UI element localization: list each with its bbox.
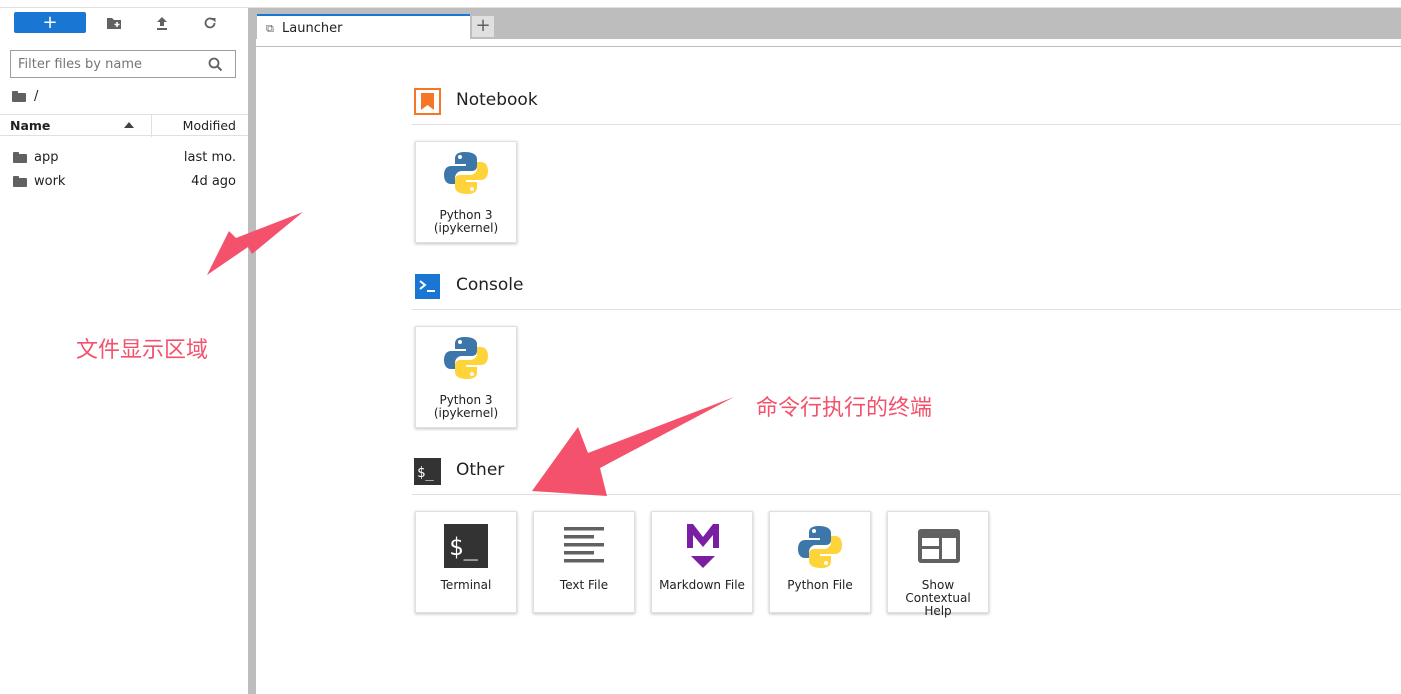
- section-title: Console: [456, 275, 524, 295]
- new-folder-icon[interactable]: [105, 14, 123, 32]
- search-icon: [208, 57, 223, 72]
- section-divider: [412, 494, 1401, 495]
- launcher-card-notebook-python3[interactable]: Python 3 (ipykernel): [415, 141, 517, 243]
- card-label: (ipykernel): [433, 406, 499, 420]
- python-icon: [444, 337, 488, 379]
- svg-text:$_: $_: [417, 465, 434, 481]
- launcher-card-python-file[interactable]: Python File: [769, 511, 871, 613]
- file-name: app: [34, 150, 59, 165]
- card-label: Help: [924, 604, 952, 618]
- python-icon: [798, 526, 842, 568]
- section-divider: [412, 124, 1401, 125]
- tab-label: Launcher: [282, 21, 343, 36]
- card-label: (ipykernel): [433, 221, 499, 235]
- card-label: Markdown File: [659, 578, 745, 592]
- card-label: Text File: [559, 578, 609, 592]
- launcher-card-terminal[interactable]: $_ Terminal: [415, 511, 517, 613]
- file-name: work: [34, 174, 66, 189]
- panel-splitter[interactable]: [248, 8, 256, 694]
- section-title: Notebook: [456, 90, 538, 110]
- annotation-file-area-text: 文件显示区域: [76, 338, 209, 363]
- breadcrumb-root[interactable]: /: [34, 89, 38, 104]
- column-divider[interactable]: [151, 115, 152, 137]
- folder-icon: [13, 152, 27, 163]
- launcher-card-console-python3[interactable]: Python 3 (ipykernel): [415, 326, 517, 428]
- breadcrumb[interactable]: /: [12, 88, 38, 104]
- modified-column-header[interactable]: Modified: [183, 118, 236, 133]
- file-row[interactable]: work 4d ago: [0, 170, 248, 194]
- new-launcher-button[interactable]: +: [14, 12, 86, 33]
- name-column-header[interactable]: Name: [10, 118, 50, 133]
- section-title: Other: [456, 460, 505, 480]
- tab-launcher[interactable]: ⧉ Launcher: [257, 14, 470, 47]
- console-icon: [415, 274, 440, 299]
- annotation-arrow-terminal: [532, 397, 734, 496]
- file-row[interactable]: app last mo.: [0, 146, 248, 170]
- tab-divider: [256, 46, 1401, 47]
- contextual-help-icon: [918, 529, 960, 563]
- file-modified: 4d ago: [191, 174, 236, 189]
- card-label: Terminal: [440, 578, 492, 592]
- svg-text:$_: $_: [449, 533, 478, 561]
- terminal-icon: $_: [444, 524, 488, 568]
- terminal-section-icon: $_: [414, 458, 441, 485]
- annotation-terminal-text: 命令行执行的终端: [756, 396, 933, 421]
- filter-files-input-box[interactable]: [10, 50, 236, 78]
- markdown-icon: [687, 524, 719, 568]
- launcher-card-markdown-file[interactable]: Markdown File: [651, 511, 753, 613]
- folder-icon: [12, 90, 26, 102]
- file-list-header: Name Modified: [0, 114, 248, 137]
- add-tab-button[interactable]: +: [471, 15, 495, 38]
- card-label: Python File: [787, 578, 853, 592]
- sort-ascending-icon: [124, 122, 134, 128]
- notebook-icon: [414, 88, 441, 115]
- text-file-icon: [564, 527, 604, 563]
- refresh-icon[interactable]: [201, 14, 219, 32]
- upload-icon[interactable]: [153, 14, 171, 32]
- filter-files-input[interactable]: [11, 51, 201, 77]
- launcher-card-contextual-help[interactable]: Show Contextual Help: [887, 511, 989, 618]
- section-divider: [412, 309, 1401, 310]
- folder-icon: [13, 176, 27, 187]
- file-modified: last mo.: [183, 150, 236, 165]
- window-top-strip: [0, 0, 1401, 8]
- python-icon: [444, 152, 488, 194]
- launcher-card-text-file[interactable]: Text File: [533, 511, 635, 613]
- launch-icon: ⧉: [266, 22, 274, 35]
